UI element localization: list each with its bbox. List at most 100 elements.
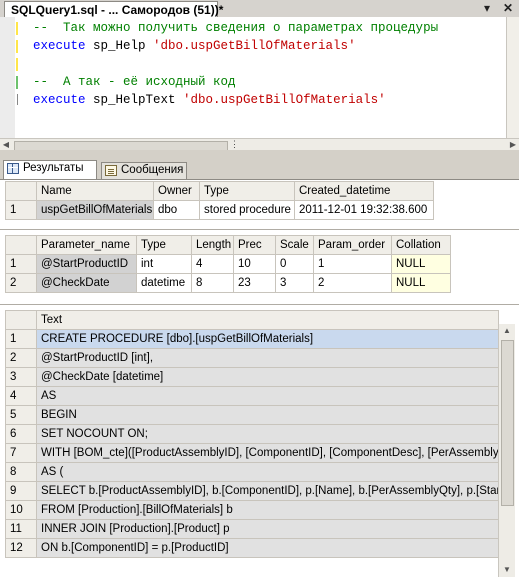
grid-cell[interactable]: CREATE PROCEDURE [dbo].[uspGetBillOfMate…	[36, 329, 499, 349]
grid-cell[interactable]: 2	[313, 273, 392, 293]
close-document-icon[interactable]: ✕	[503, 1, 513, 16]
row-number[interactable]: 1	[5, 254, 37, 274]
row-number[interactable]: 2	[5, 273, 37, 293]
grid-cell[interactable]: SET NOCOUNT ON;	[36, 424, 499, 444]
column-header[interactable]: Collation	[391, 235, 451, 255]
column-header[interactable]: Parameter_name	[36, 235, 137, 255]
code-line[interactable]: execute sp_HelpText 'dbo.uspGetBillOfMat…	[15, 91, 507, 109]
grid-cell[interactable]: ON b.[ComponentID] = p.[ProductID]	[36, 538, 499, 558]
grid-cell[interactable]: 1	[313, 254, 392, 274]
column-header[interactable]: Type	[136, 235, 192, 255]
table-row[interactable]: 7 WITH [BOM_cte]([ProductAssemblyID], [Co…	[5, 443, 499, 463]
table-row[interactable]: 1 CREATE PROCEDURE [dbo].[uspGetBillOfMat…	[5, 329, 499, 349]
table-row[interactable]: 6 SET NOCOUNT ON;	[5, 424, 499, 444]
grid-cell[interactable]: SELECT b.[ProductAssemblyID], b.[Compone…	[36, 481, 499, 501]
grid-cell[interactable]: 3	[275, 273, 314, 293]
table-row[interactable]: 2 @CheckDate datetime 8 23 3 2 NULL	[5, 273, 451, 293]
row-number[interactable]: 4	[5, 386, 37, 406]
grid-cell[interactable]: 8	[191, 273, 234, 293]
table-row[interactable]: 4 AS	[5, 386, 499, 406]
grid-cell[interactable]: 2011-12-01 19:32:38.600	[294, 200, 434, 220]
table-row[interactable]: 12 ON b.[ComponentID] = p.[ProductID]	[5, 538, 499, 558]
result-grid-help[interactable]: Name Owner Type Created_datetime 1 uspGetBill…	[5, 181, 434, 220]
grid-corner[interactable]	[5, 235, 37, 255]
row-number[interactable]: 11	[5, 519, 37, 539]
column-header[interactable]: Scale	[275, 235, 314, 255]
grid-cell[interactable]: @StartProductID	[36, 254, 137, 274]
table-row[interactable]: 11 INNER JOIN [Production].[Product] p	[5, 519, 499, 539]
column-header[interactable]: Length	[191, 235, 234, 255]
table-row[interactable]: 2 @StartProductID [int],	[5, 348, 499, 368]
column-header[interactable]: Param_order	[313, 235, 392, 255]
code-line[interactable]: execute sp_Help 'dbo.uspGetBillOfMateria…	[15, 37, 507, 55]
grid-cell[interactable]: 10	[233, 254, 276, 274]
result-grid-text[interactable]: Text 1 CREATE PROCEDURE [dbo].[uspGetBillO…	[5, 310, 499, 558]
row-number[interactable]: 10	[5, 500, 37, 520]
row-number[interactable]: 7	[5, 443, 37, 463]
grid-cell[interactable]: @StartProductID [int],	[36, 348, 499, 368]
table-row[interactable]: 5 BEGIN	[5, 405, 499, 425]
tab-results[interactable]: Результаты	[3, 160, 97, 179]
grid-cell[interactable]: AS	[36, 386, 499, 406]
grid-cell[interactable]: 0	[275, 254, 314, 274]
scroll-up-icon[interactable]: ▲	[499, 324, 515, 338]
code-line[interactable]: -- А так - её исходный код	[15, 73, 507, 91]
splitter-grip-icon[interactable]: ⋮	[230, 139, 239, 150]
query-editor[interactable]: -- Так можно получить сведения о парамет…	[0, 17, 519, 138]
row-number[interactable]: 12	[5, 538, 37, 558]
grid-cell[interactable]: INNER JOIN [Production].[Product] p	[36, 519, 499, 539]
grid-corner[interactable]	[5, 310, 37, 330]
column-header[interactable]: Prec	[233, 235, 276, 255]
tab-messages-label: Сообщения	[121, 164, 184, 176]
column-header[interactable]: Name	[36, 181, 154, 201]
row-number[interactable]: 1	[5, 329, 37, 349]
table-row[interactable]: 1 uspGetBillOfMaterials dbo stored procedur…	[5, 200, 434, 220]
grid-cell[interactable]: 4	[191, 254, 234, 274]
vertical-scroll-thumb[interactable]	[501, 340, 514, 506]
grid-cell[interactable]: datetime	[136, 273, 192, 293]
row-number[interactable]: 1	[5, 200, 37, 220]
results-tab-bar: Результаты Сообщения	[0, 159, 519, 180]
editor-vertical-scrollbar[interactable]	[506, 17, 519, 138]
tab-messages[interactable]: Сообщения	[101, 162, 187, 179]
row-number[interactable]: 9	[5, 481, 37, 501]
grid-cell[interactable]: NULL	[391, 273, 451, 293]
grid-cell[interactable]: FROM [Production].[BillOfMaterials] b	[36, 500, 499, 520]
column-header[interactable]: Owner	[153, 181, 200, 201]
grid-cell[interactable]: WITH [BOM_cte]([ProductAssemblyID], [Com…	[36, 443, 499, 463]
document-tab[interactable]: SQLQuery1.sql - ... Самородов (51))*	[4, 1, 223, 17]
grid-cell[interactable]: @CheckDate [datetime]	[36, 367, 499, 387]
grid-cell[interactable]: 23	[233, 273, 276, 293]
row-number[interactable]: 3	[5, 367, 37, 387]
column-header[interactable]: Text	[36, 310, 499, 330]
code-line[interactable]: -- Так можно получить сведения о парамет…	[15, 19, 507, 37]
grid-cell[interactable]: stored procedure	[199, 200, 295, 220]
table-row[interactable]: 3 @CheckDate [datetime]	[5, 367, 499, 387]
row-number[interactable]: 5	[5, 405, 37, 425]
table-row[interactable]: 1 @StartProductID int 4 10 0 1 NULL	[5, 254, 451, 274]
row-number[interactable]: 8	[5, 462, 37, 482]
grid-cell[interactable]: BEGIN	[36, 405, 499, 425]
table-row[interactable]: 10 FROM [Production].[BillOfMaterials] b	[5, 500, 499, 520]
code-line[interactable]	[15, 55, 507, 73]
row-number[interactable]: 2	[5, 348, 37, 368]
table-row[interactable]: 9 SELECT b.[ProductAssemblyID], b.[Compon…	[5, 481, 499, 501]
grid-cell[interactable]: @CheckDate	[36, 273, 137, 293]
text-grid-vertical-scrollbar[interactable]: ▲ ▼	[498, 324, 515, 577]
table-row[interactable]: 8 AS (	[5, 462, 499, 482]
grid-cell[interactable]: AS (	[36, 462, 499, 482]
grid-icon	[7, 163, 19, 174]
code-area[interactable]: -- Так можно получить сведения о парамет…	[15, 19, 507, 109]
grid-cell[interactable]: uspGetBillOfMaterials	[36, 200, 154, 220]
window-position-icon[interactable]: ▾	[484, 1, 490, 16]
row-number[interactable]: 6	[5, 424, 37, 444]
scroll-down-icon[interactable]: ▼	[499, 563, 515, 577]
grid-cell[interactable]: dbo	[153, 200, 200, 220]
column-header[interactable]: Type	[199, 181, 295, 201]
result-grid-parameters[interactable]: Parameter_name Type Length Prec Scale Param_o…	[5, 235, 451, 293]
editor-results-splitter[interactable]	[0, 150, 519, 159]
grid-cell[interactable]: int	[136, 254, 192, 274]
grid-corner[interactable]	[5, 181, 37, 201]
column-header[interactable]: Created_datetime	[294, 181, 434, 201]
grid-cell[interactable]: NULL	[391, 254, 451, 274]
